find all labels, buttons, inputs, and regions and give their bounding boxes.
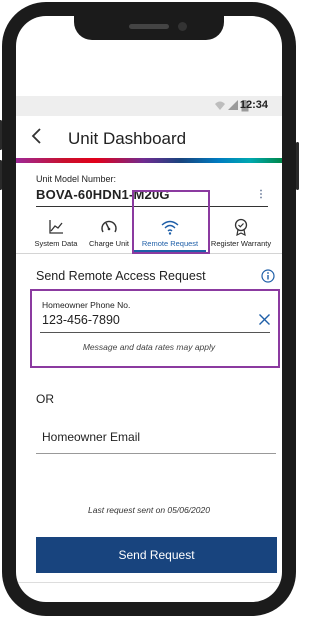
status-time: 12:34 — [239, 99, 268, 111]
signal-icon — [228, 100, 238, 110]
email-field[interactable]: Homeowner Email — [42, 430, 140, 444]
back-button[interactable] — [30, 125, 42, 151]
phone-hint: Message and data rates may apply — [82, 342, 216, 352]
or-separator: OR — [36, 392, 54, 406]
award-badge-icon — [234, 218, 248, 236]
wifi-icon — [215, 101, 225, 110]
tab-label: System Data — [34, 239, 78, 248]
tab-charge-unit[interactable]: Charge Unit — [84, 214, 134, 252]
info-icon[interactable] — [261, 269, 275, 283]
camera — [178, 22, 187, 31]
status-bar: 12:34 — [16, 96, 282, 116]
tab-register-warranty[interactable]: Register Warranty — [208, 214, 274, 252]
screen: 12:34 Unit Dashboard Unit Model Number: … — [16, 16, 282, 602]
app-header: Unit Dashboard — [16, 116, 282, 160]
section-title: Send Remote Access Request — [36, 269, 206, 283]
page-title: Unit Dashboard — [68, 129, 187, 148]
send-request-button[interactable]: Send Request — [36, 537, 277, 573]
gauge-icon — [101, 220, 117, 233]
tab-highlight-box — [132, 190, 210, 254]
email-underline — [36, 453, 276, 454]
chart-icon — [49, 220, 63, 234]
phone-frame: 12:34 Unit Dashboard Unit Model Number: … — [0, 2, 299, 616]
model-number-label: Unit Model Number: — [36, 174, 117, 184]
brand-color-bar — [16, 158, 282, 163]
speaker — [129, 24, 169, 29]
bottom-divider — [16, 582, 282, 583]
power-button — [296, 142, 299, 190]
tab-label: Register Warranty — [210, 239, 272, 248]
last-request-text: Last request sent on 05/06/2020 — [88, 505, 210, 515]
more-vertical-icon[interactable]: ⋮ — [256, 189, 266, 200]
notch — [74, 16, 224, 40]
clear-icon[interactable] — [258, 313, 271, 326]
phone-field[interactable]: 123-456-7890 — [42, 313, 120, 327]
tab-system-data[interactable]: System Data — [30, 214, 82, 252]
volume-up-button — [0, 120, 2, 150]
tab-label: Charge Unit — [88, 239, 130, 248]
chevron-left-icon — [31, 128, 41, 144]
volume-down-button — [0, 160, 2, 190]
phone-field-label: Homeowner Phone No. — [42, 300, 131, 310]
phone-underline — [40, 332, 270, 333]
